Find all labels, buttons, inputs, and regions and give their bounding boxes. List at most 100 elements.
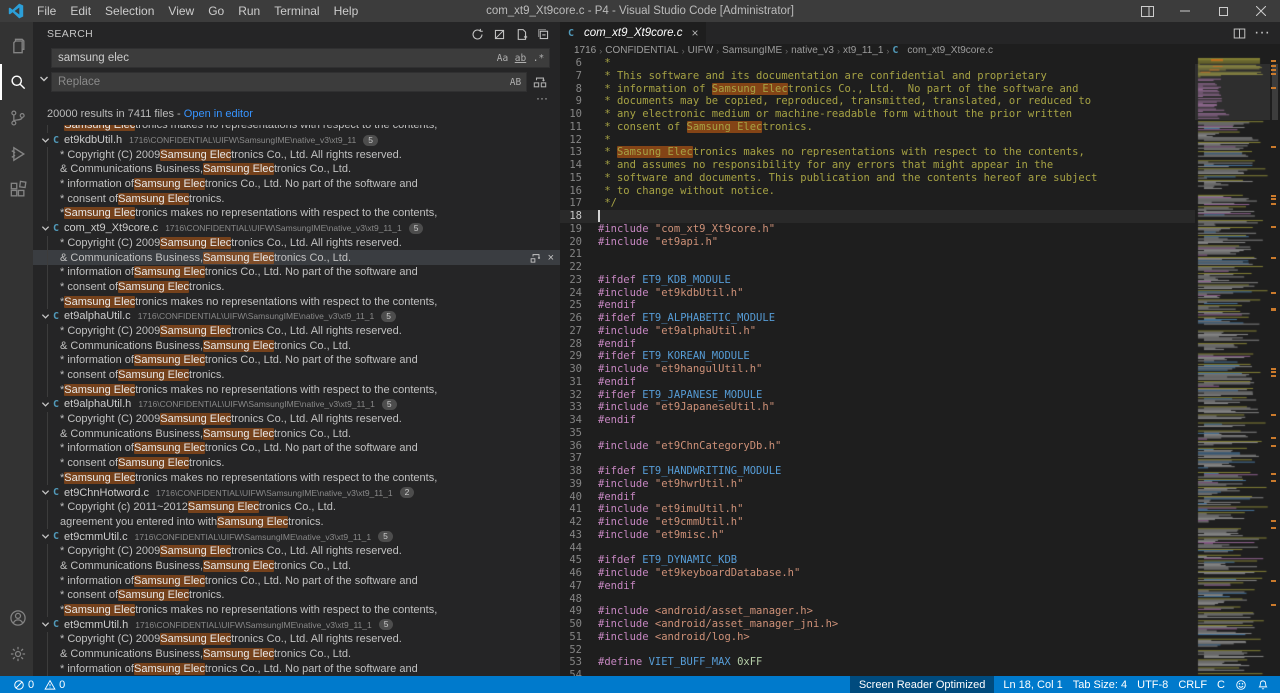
statusbar-feedback[interactable] [1230,676,1252,693]
line-number[interactable]: 38 [560,465,598,478]
code-line-44[interactable]: 44 [560,542,1195,555]
search-match-row[interactable]: * Samsung Electronics makes no represent… [33,603,560,618]
statusbar-eol[interactable]: CRLF [1173,676,1212,693]
code-line-13[interactable]: 13 * Samsung Electronics makes no repres… [560,146,1195,159]
search-match-row[interactable]: * Copyright (C) 2009 Samsung Electronics… [33,412,560,427]
code-area[interactable]: 6 *7 * This software and its documentati… [560,57,1195,676]
tab-close-icon[interactable]: × [691,26,698,40]
line-number[interactable]: 15 [560,172,598,185]
line-number[interactable]: 24 [560,287,598,300]
line-number[interactable]: 40 [560,491,598,504]
code-line-34[interactable]: 34#endif [560,414,1195,427]
settings-gear-icon[interactable] [0,636,33,672]
menu-run[interactable]: Run [231,0,267,22]
code-line-32[interactable]: 32#ifdef ET9_JAPANESE_MODULE [560,389,1195,402]
line-number[interactable]: 17 [560,197,598,210]
code-line-49[interactable]: 49#include <android/asset_manager.h> [560,605,1195,618]
line-number[interactable]: 45 [560,554,598,567]
code-line-16[interactable]: 16 * to change without notice. [560,185,1195,198]
dismiss-match-icon[interactable]: × [548,252,554,264]
more-actions-icon[interactable]: ··· [1254,24,1270,42]
search-match-row[interactable]: * Copyright (C) 2009 Samsung Electronics… [33,147,560,162]
line-number[interactable]: 32 [560,389,598,402]
line-number[interactable]: 49 [560,605,598,618]
code-line-41[interactable]: 41#include "et9imuUtil.h" [560,503,1195,516]
code-line-30[interactable]: 30#include "et9hangulUtil.h" [560,363,1195,376]
code-line-35[interactable]: 35 [560,427,1195,440]
code-line-50[interactable]: 50#include <android/asset_manager_jni.h> [560,618,1195,631]
search-match-row[interactable]: & Communications Business, Samsung Elect… [33,338,560,353]
search-file-row[interactable]: Cet9cmmUtil.c1716\CONFIDENTIAL\UIFW\Sams… [33,529,560,544]
refresh-icon[interactable] [468,25,486,43]
search-match-row[interactable]: & Communications Business, Samsung Elect… [33,162,560,177]
code-line-47[interactable]: 47#endif [560,580,1195,593]
code-line-39[interactable]: 39#include "et9hwrUtil.h" [560,478,1195,491]
whole-word-icon[interactable]: ab [512,50,529,66]
code-line-36[interactable]: 36#include "et9ChnCategoryDb.h" [560,440,1195,453]
line-number[interactable]: 25 [560,299,598,312]
search-match-row[interactable]: * information of Samsung Electronics Co.… [33,661,560,676]
statusbar-indentation[interactable]: Tab Size: 4 [1068,676,1132,693]
search-match-row[interactable]: * Samsung Electronics makes no represent… [33,294,560,309]
line-number[interactable]: 46 [560,567,598,580]
line-number[interactable]: 19 [560,223,598,236]
code-line-23[interactable]: 23#ifdef ET9_KDB_MODULE [560,274,1195,287]
line-number[interactable]: 8 [560,83,598,96]
breadcrumb-item[interactable]: 1716 [574,45,596,56]
line-number[interactable]: 18 [560,210,598,223]
search-match-row[interactable]: agreement you entered into with Samsung … [33,515,560,530]
menu-selection[interactable]: Selection [98,0,161,22]
code-line-29[interactable]: 29#ifdef ET9_KOREAN_MODULE [560,350,1195,363]
accounts-icon[interactable] [0,600,33,636]
search-match-row[interactable]: & Communications Business, Samsung Elect… [33,250,560,265]
code-line-25[interactable]: 25#endif [560,299,1195,312]
preserve-case-icon[interactable]: AB [507,74,524,90]
statusbar-notifications[interactable] [1252,676,1274,693]
code-line-21[interactable]: 21 [560,248,1195,261]
code-line-40[interactable]: 40#endif [560,491,1195,504]
search-match-row[interactable]: * Copyright (C) 2009 Samsung Electronics… [33,632,560,647]
line-number[interactable]: 23 [560,274,598,287]
line-number[interactable]: 21 [560,248,598,261]
extensions-icon[interactable] [0,172,33,208]
line-number[interactable]: 12 [560,134,598,147]
search-match-row[interactable]: * consent of Samsung Electronics. [33,280,560,295]
line-number[interactable]: 22 [560,261,598,274]
code-line-38[interactable]: 38#ifdef ET9_HANDWRITING_MODULE [560,465,1195,478]
search-match-row[interactable]: * consent of Samsung Electronics. [33,456,560,471]
code-line-54[interactable]: 54 [560,669,1195,676]
replace-match-icon[interactable] [530,252,542,264]
overview-ruler-scrollbar[interactable] [1270,57,1280,676]
code-line-48[interactable]: 48 [560,593,1195,606]
code-line-20[interactable]: 20#include "et9api.h" [560,236,1195,249]
breadcrumb-item[interactable]: xt9_11_1 [843,45,883,56]
search-match-row[interactable]: * Copyright (c) 2011~2012 Samsung Electr… [33,500,560,515]
collapse-all-icon[interactable] [534,25,552,43]
code-line-26[interactable]: 26#ifdef ET9_ALPHABETIC_MODULE [560,312,1195,325]
line-number[interactable]: 34 [560,414,598,427]
breadcrumb-item[interactable]: native_v3 [791,45,834,56]
split-editor-icon[interactable] [1233,27,1246,40]
search-match-row[interactable]: * Samsung Electronics makes no represent… [33,125,560,133]
statusbar-screen-reader-mode[interactable]: Screen Reader Optimized [850,676,995,693]
code-line-45[interactable]: 45#ifdef ET9_DYNAMIC_KDB [560,554,1195,567]
line-number[interactable]: 41 [560,503,598,516]
code-line-11[interactable]: 11 * consent of Samsung Electronics. [560,121,1195,134]
problems-error-count[interactable]: 0 [8,676,39,693]
minimap-slider[interactable] [1195,64,1270,120]
search-match-row[interactable]: * information of Samsung Electronics Co.… [33,353,560,368]
minimap[interactable] [1195,57,1270,676]
search-file-row[interactable]: Cet9cmmUtil.h1716\CONFIDENTIAL\UIFW\Sams… [33,617,560,632]
line-number[interactable]: 44 [560,542,598,555]
open-new-search-editor-icon[interactable] [512,25,530,43]
menu-file[interactable]: File [30,0,63,22]
code-line-10[interactable]: 10 * any electronic medium or machine-re… [560,108,1195,121]
statusbar-language-mode[interactable]: C [1212,676,1230,693]
search-file-row[interactable]: Cet9ChnHotword.c1716\CONFIDENTIAL\UIFW\S… [33,485,560,500]
code-line-53[interactable]: 53#define VIET_BUFF_MAX 0xFF [560,656,1195,669]
menu-terminal[interactable]: Terminal [267,0,326,22]
code-line-37[interactable]: 37 [560,452,1195,465]
code-line-46[interactable]: 46#include "et9keyboardDatabase.h" [560,567,1195,580]
line-number[interactable]: 11 [560,121,598,134]
tab-com-xt9-xt9core[interactable]: C com_xt9_Xt9core.c × [560,22,706,44]
